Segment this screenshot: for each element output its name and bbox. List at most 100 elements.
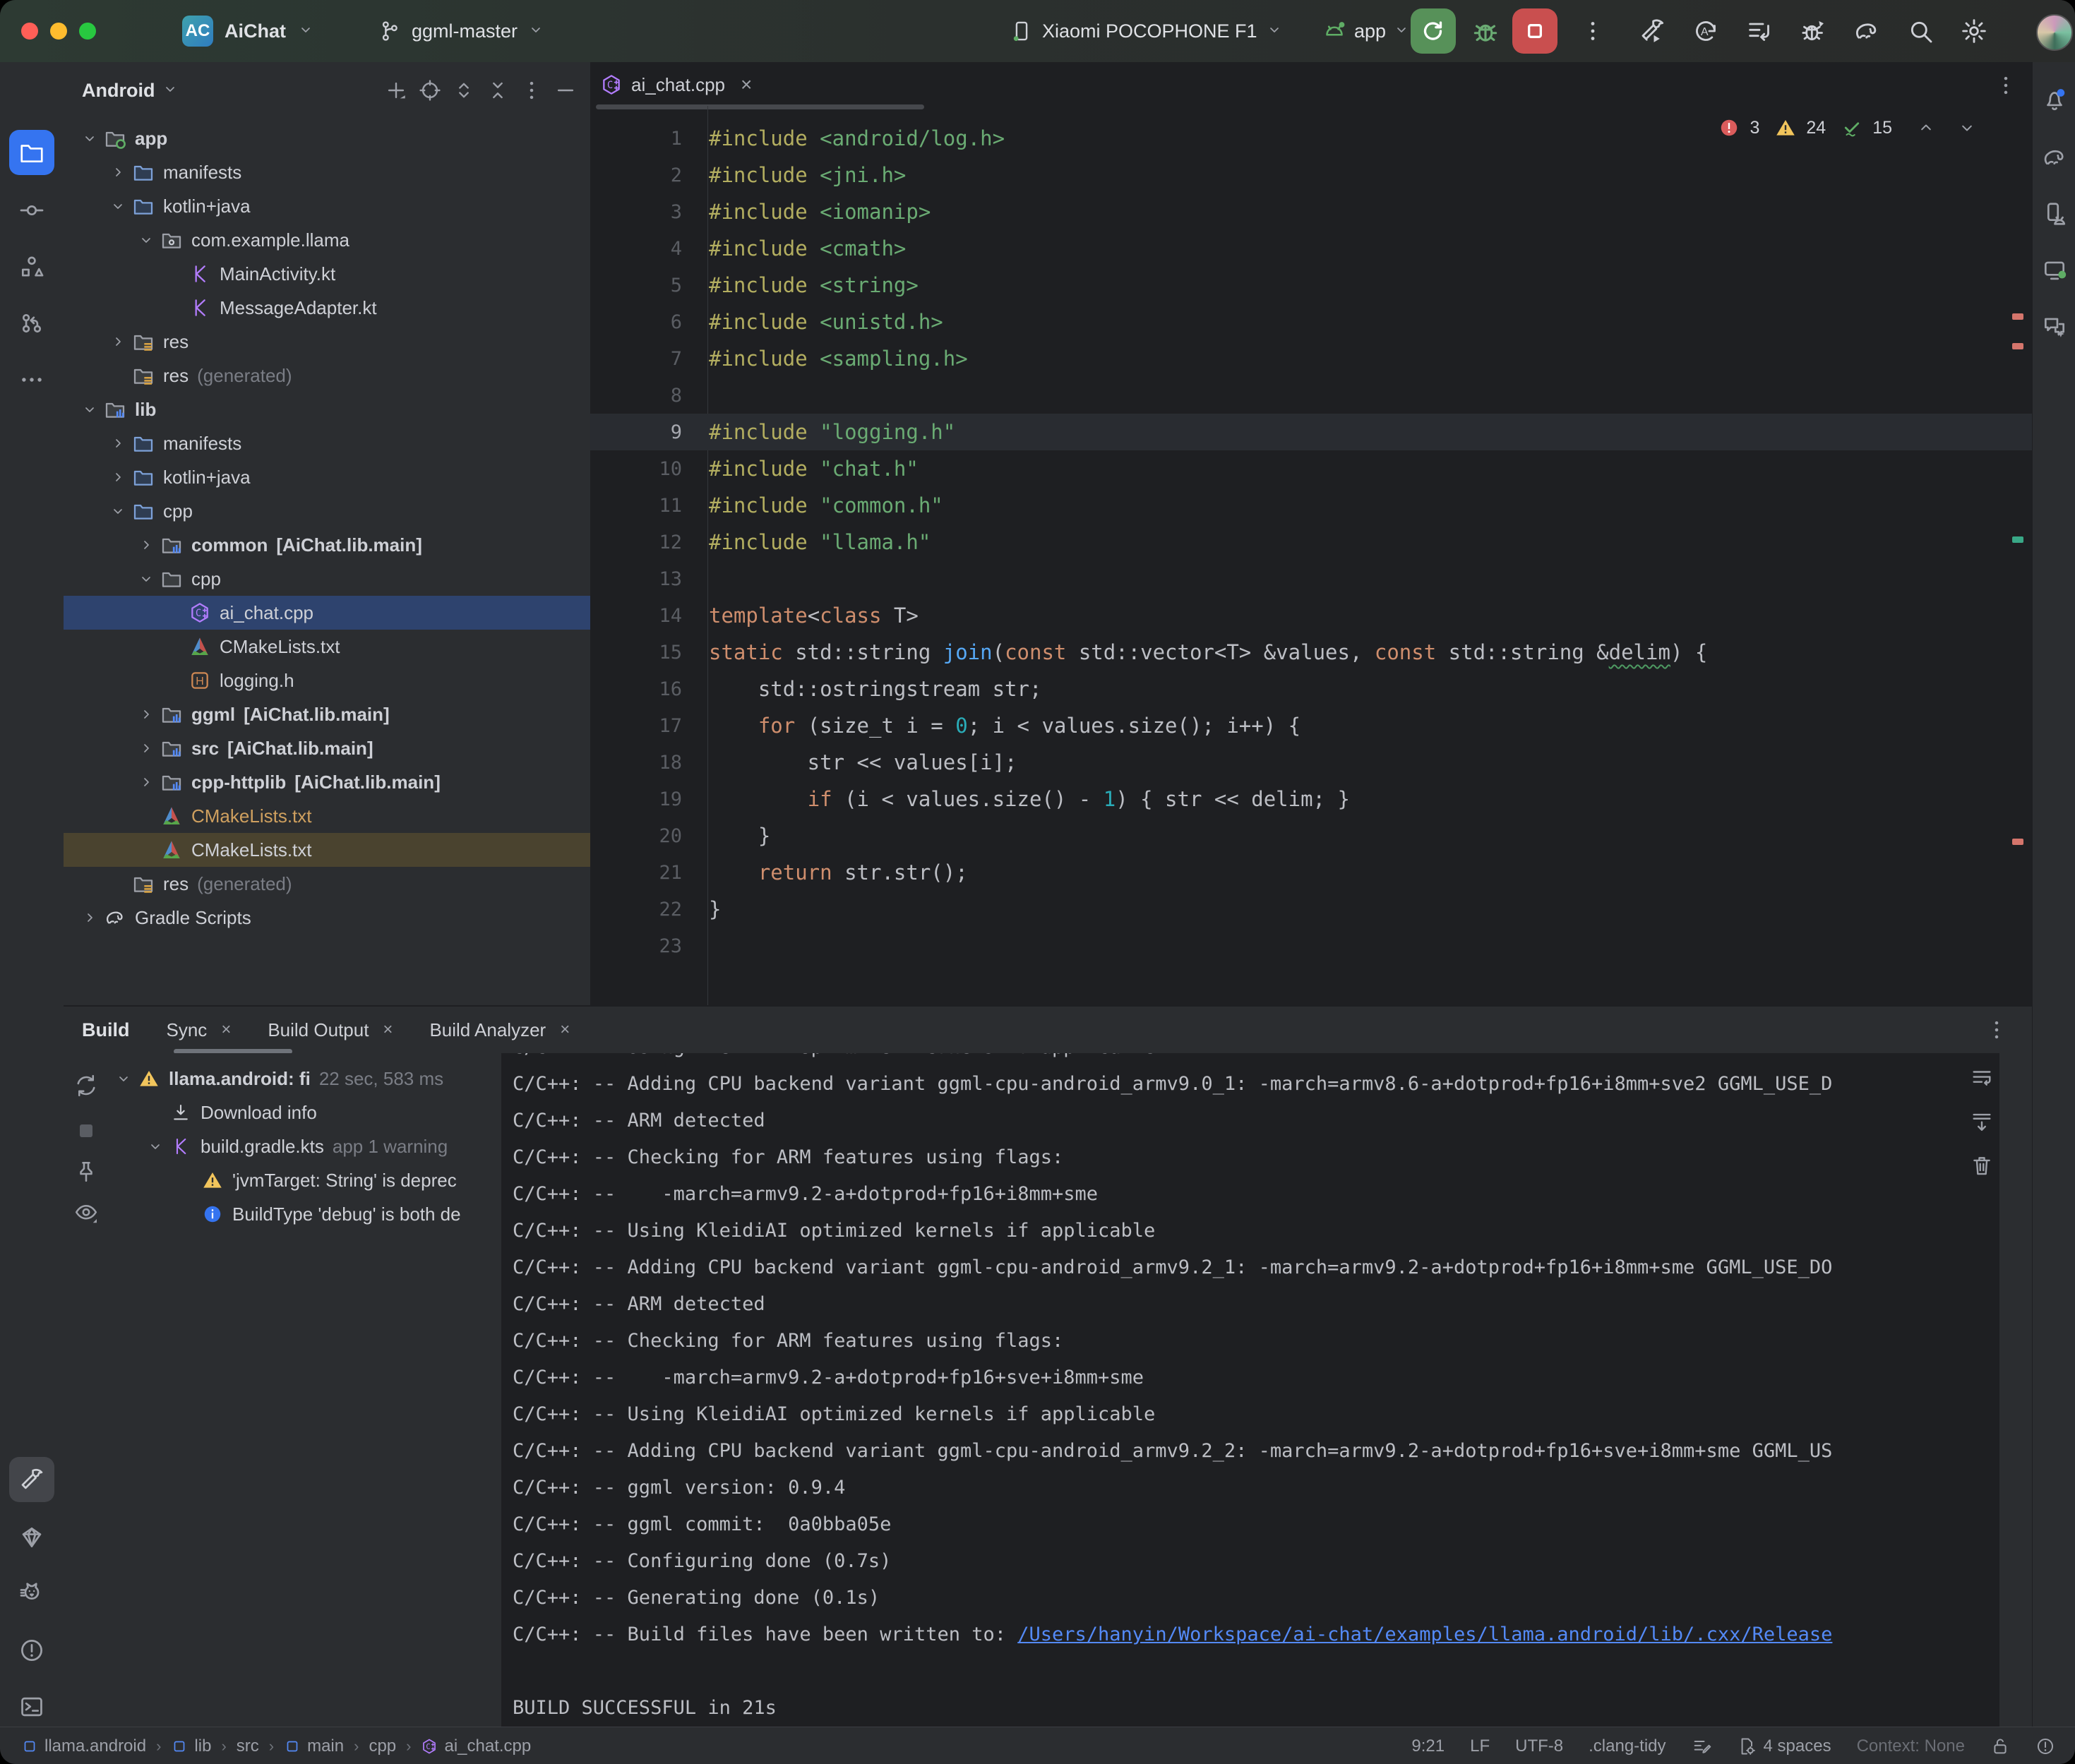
tree-item-res[interactable]: res(generated) xyxy=(64,359,592,392)
console-scroll-to-end-icon[interactable] xyxy=(1970,1110,1994,1134)
nav-terminal-icon[interactable] xyxy=(9,1684,54,1729)
minimize-window-button[interactable] xyxy=(50,23,67,40)
chevron-down-icon[interactable] xyxy=(112,1070,136,1087)
tree-item-kotlin-java[interactable]: kotlin+java xyxy=(64,189,592,223)
tree-item-cpp[interactable]: cpp xyxy=(64,494,592,528)
build-rerun-icon[interactable] xyxy=(73,1073,99,1098)
search-everywhere-icon[interactable] xyxy=(1906,17,1935,45)
close-tab-icon[interactable]: × xyxy=(741,73,752,96)
nav-logcat-icon[interactable] xyxy=(9,1571,54,1616)
breadcrumb-cpp[interactable]: cpp xyxy=(369,1736,396,1756)
tree-item-gradle-scripts[interactable]: Gradle Scripts xyxy=(64,901,592,935)
nav-commit-icon[interactable] xyxy=(9,188,54,233)
breadcrumb-main[interactable]: main xyxy=(284,1736,344,1756)
status-code-style[interactable] xyxy=(1692,1736,1711,1756)
breadcrumb-lib[interactable]: lib xyxy=(171,1736,211,1756)
tree-item-mainactivity-kt[interactable]: MainActivity.kt xyxy=(64,257,592,291)
build-stop-icon[interactable] xyxy=(73,1118,99,1144)
tree-item-logging-h[interactable]: Hlogging.h xyxy=(64,664,592,697)
close-tab-icon[interactable]: × xyxy=(383,1020,393,1040)
tree-item-kotlin-java[interactable]: kotlin+java xyxy=(64,460,592,494)
stripe-mark[interactable] xyxy=(2012,313,2023,320)
nav-pull-requests-icon[interactable] xyxy=(9,301,54,346)
run-configuration-selector[interactable]: app xyxy=(1322,0,1410,62)
breadcrumb-src[interactable]: src xyxy=(237,1736,259,1756)
tree-item-res[interactable]: res xyxy=(64,325,592,359)
chevron-down-icon[interactable] xyxy=(134,232,158,248)
nav-gradle-icon[interactable] xyxy=(2038,141,2071,174)
nav-app-quality-insights-icon[interactable] xyxy=(9,1515,54,1560)
tree-item-ai-chat-cpp[interactable]: Cai_chat.cpp xyxy=(64,596,592,630)
chevron-right-icon[interactable] xyxy=(106,333,130,350)
settings-gear-icon[interactable] xyxy=(1960,17,1988,45)
tree-item-src[interactable]: src[AiChat.lib.main] xyxy=(64,731,592,765)
close-tab-icon[interactable]: × xyxy=(221,1020,231,1040)
build-tree-item[interactable]: 'jvmTarget: String' is deprec xyxy=(104,1163,570,1197)
nav-build-icon[interactable] xyxy=(9,1457,54,1502)
project-selector[interactable]: AC AiChat xyxy=(182,16,314,47)
chevron-down-icon[interactable] xyxy=(78,401,102,418)
tree-item-cmakelists-txt[interactable]: CMakeLists.txt xyxy=(64,630,592,664)
status-highlight-level[interactable] xyxy=(2035,1736,2055,1756)
add-icon[interactable] xyxy=(384,78,408,102)
chevron-down-icon[interactable] xyxy=(106,503,130,520)
chevron-down-icon[interactable] xyxy=(143,1138,167,1155)
more-actions-kebab-icon[interactable] xyxy=(1580,18,1605,44)
user-avatar[interactable] xyxy=(2036,14,2073,51)
build-tree-item[interactable]: BuildType 'debug' is both de xyxy=(104,1197,570,1231)
tree-item-cmakelists-txt[interactable]: CMakeLists.txt xyxy=(64,833,592,867)
tree-item-lib[interactable]: lib xyxy=(64,392,592,426)
build-tab-build-output[interactable]: Build Output× xyxy=(268,1019,393,1041)
close-window-button[interactable] xyxy=(21,23,38,40)
chevron-right-icon[interactable] xyxy=(78,909,102,926)
chevron-down-icon[interactable] xyxy=(106,198,130,215)
stripe-mark[interactable] xyxy=(2012,536,2023,543)
build-output-path-link[interactable]: /Users/hanyin/Workspace/ai-chat/examples… xyxy=(1017,1624,1832,1645)
build-hammer-icon[interactable] xyxy=(1638,17,1666,45)
chevron-right-icon[interactable] xyxy=(134,536,158,553)
attach-debugger-icon[interactable] xyxy=(1799,17,1827,45)
nav-running-devices-icon[interactable] xyxy=(2038,254,2071,287)
locate-icon[interactable] xyxy=(418,78,442,102)
next-problem-chevron-icon[interactable] xyxy=(1957,118,1977,138)
stripe-mark[interactable] xyxy=(2012,839,2023,845)
build-variants-icon[interactable] xyxy=(1745,17,1774,45)
build-tree-item[interactable]: Download info xyxy=(104,1096,539,1129)
nav-notifications-icon[interactable] xyxy=(2038,83,2071,116)
options-icon[interactable] xyxy=(520,78,544,102)
status-line-ending[interactable]: LF xyxy=(1470,1736,1490,1756)
tree-item-cpp[interactable]: cpp xyxy=(64,562,592,596)
branch-selector[interactable]: ggml-master xyxy=(378,19,544,43)
status-readonly-toggle[interactable] xyxy=(1990,1736,2010,1756)
tree-item-ggml[interactable]: ggml[AiChat.lib.main] xyxy=(64,697,592,731)
tree-item-manifests[interactable]: manifests xyxy=(64,155,592,189)
previous-problem-chevron-icon[interactable] xyxy=(1916,118,1936,138)
tree-item-com-example-llama[interactable]: com.example.llama xyxy=(64,223,592,257)
tree-item-app[interactable]: app xyxy=(64,121,592,155)
debug-button[interactable] xyxy=(1470,16,1501,47)
maximize-window-button[interactable] xyxy=(79,23,96,40)
stop-button[interactable] xyxy=(1512,8,1557,54)
tree-item-res[interactable]: res(generated) xyxy=(64,867,592,901)
chevron-right-icon[interactable] xyxy=(134,740,158,757)
build-filter-icon[interactable] xyxy=(73,1200,99,1225)
tab-scrollbar-thumb[interactable] xyxy=(596,104,924,109)
expand-all-icon[interactable] xyxy=(452,78,476,102)
nav-structure-icon[interactable] xyxy=(9,244,54,289)
status-context[interactable]: Context: None xyxy=(1857,1736,1965,1756)
build-console[interactable]: C/C++: -- Using KleidiAI optimized kerne… xyxy=(503,1053,1999,1728)
tree-item-messageadapter-kt[interactable]: MessageAdapter.kt xyxy=(64,291,592,325)
tree-item-cpp-httplib[interactable]: cpp-httplib[AiChat.lib.main] xyxy=(64,765,592,799)
console-soft-wrap-icon[interactable] xyxy=(1970,1066,1994,1090)
tree-item-cmakelists-txt[interactable]: CMakeLists.txt xyxy=(64,799,592,833)
status-caret-position[interactable]: 9:21 xyxy=(1411,1736,1445,1756)
nav-more-icon[interactable] xyxy=(9,357,54,402)
chevron-down-icon[interactable] xyxy=(134,570,158,587)
chevron-right-icon[interactable] xyxy=(106,435,130,452)
device-selector[interactable]: Xiaomi POCOPHONE F1 xyxy=(1010,0,1283,62)
run-button[interactable] xyxy=(1411,8,1456,54)
breadcrumb-ai-chat-cpp[interactable]: Cai_chat.cpp xyxy=(421,1736,531,1756)
nav-device-manager-icon[interactable] xyxy=(2038,198,2071,230)
tree-item-manifests[interactable]: manifests xyxy=(64,426,592,460)
hide-icon[interactable] xyxy=(554,78,578,102)
